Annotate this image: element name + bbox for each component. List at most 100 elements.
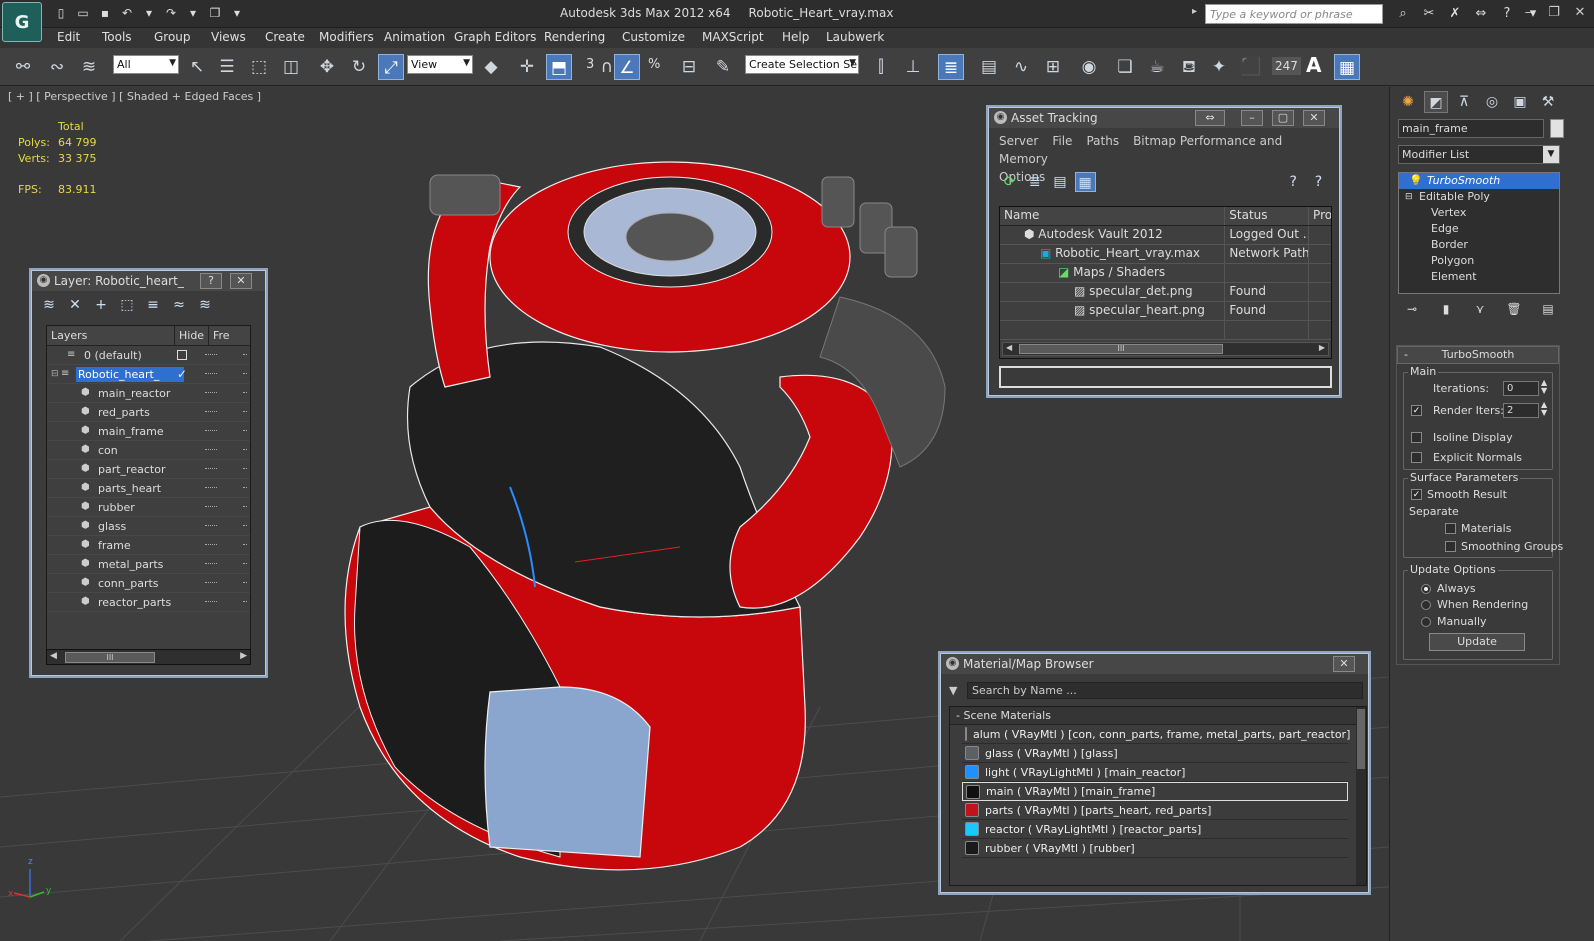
select-object-icon[interactable]: ↖ xyxy=(184,54,210,80)
render-iters-spinner[interactable]: 2 xyxy=(1503,403,1539,418)
layer-horizontal-scrollbar[interactable]: ◀ III ▶ xyxy=(46,649,251,665)
create-layer-icon[interactable]: ≋ xyxy=(38,295,60,315)
asset-menu-paths[interactable]: Paths xyxy=(1086,134,1119,148)
polycount-badge[interactable]: 247 xyxy=(1272,57,1301,75)
search-input[interactable]: Type a keyword or phrase xyxy=(1205,4,1383,24)
utilities-tab-icon[interactable]: ⚒ xyxy=(1536,91,1560,113)
filter-dropdown-icon[interactable]: ▼ xyxy=(949,684,957,697)
minimize-icon[interactable]: – xyxy=(1241,110,1263,126)
list-item[interactable]: rubber ( VRayMtl ) [rubber] xyxy=(962,839,1348,858)
help-icon[interactable]: ? xyxy=(1497,5,1517,23)
stack-item-polygon[interactable]: Polygon xyxy=(1399,253,1559,269)
make-unique-icon[interactable]: ⋎ xyxy=(1470,300,1490,318)
maximize-icon[interactable]: ▢ xyxy=(1272,110,1294,126)
pivot-center-icon[interactable]: ◆ xyxy=(478,54,504,80)
rollout-header[interactable]: - TurboSmooth xyxy=(1397,346,1559,364)
object-color-swatch[interactable] xyxy=(1550,119,1564,138)
table-row[interactable]: ▨ specular_det.png Found xyxy=(1000,283,1331,302)
scroll-right-icon[interactable]: ▶ xyxy=(1319,343,1325,352)
keyboard-shortcut-override-icon[interactable]: ⬒ xyxy=(546,54,572,80)
help-icon[interactable]: ? xyxy=(1283,172,1304,192)
thumbnail-view-icon[interactable]: ▤ xyxy=(1049,172,1070,192)
menu-group[interactable]: Group xyxy=(154,30,191,44)
delete-layer-icon[interactable]: ✕ xyxy=(64,295,86,315)
table-view-icon[interactable]: ▦ xyxy=(1074,172,1096,192)
named-selection-dropdown[interactable]: Create Selection Se ▼ xyxy=(745,55,859,74)
name-column-header[interactable]: Name xyxy=(1000,207,1226,225)
spinner-snap-icon[interactable]: ⊟ xyxy=(676,54,702,80)
menu-customize[interactable]: Customize xyxy=(622,30,685,44)
modify-tab-icon[interactable]: ◩ xyxy=(1424,91,1448,113)
menu-graph-editors[interactable]: Graph Editors xyxy=(454,30,536,44)
select-by-name-icon[interactable]: ☰ xyxy=(214,54,240,80)
script-icon[interactable]: ▦ xyxy=(1334,54,1360,80)
highlight-layer-icon[interactable]: ≡ xyxy=(142,295,164,315)
pin-stack-icon[interactable]: ⊸ xyxy=(1402,300,1422,318)
box-object-icon[interactable]: ⬛ xyxy=(1238,54,1264,80)
freeze-all-layers-icon[interactable]: ≋ xyxy=(194,295,216,315)
hierarchy-tab-icon[interactable]: ⊼ xyxy=(1452,91,1476,113)
stack-item-vertex[interactable]: Vertex xyxy=(1399,205,1559,221)
menu-rendering[interactable]: Rendering xyxy=(544,30,605,44)
selection-filter-dropdown[interactable]: All ▼ xyxy=(113,55,179,74)
close-icon[interactable]: ✕ xyxy=(230,273,252,289)
asset-menu-file[interactable]: File xyxy=(1052,134,1072,148)
align-icon[interactable]: ⊥ xyxy=(900,54,926,80)
layer-row[interactable]: ⬢ frame xyxy=(47,536,250,555)
pro-column-header[interactable]: Pro xyxy=(1309,207,1331,225)
unlink-icon[interactable]: ∾ xyxy=(44,54,70,80)
window-crossing-icon[interactable]: ◫ xyxy=(278,54,304,80)
materials-checkbox[interactable] xyxy=(1445,523,1456,534)
context-help-icon[interactable]: ? xyxy=(1308,172,1329,192)
exchange-icon[interactable]: ⇔ xyxy=(1471,5,1491,23)
freeze-column-header[interactable]: Fre xyxy=(209,326,239,345)
motion-tab-icon[interactable]: ◎ xyxy=(1480,91,1504,113)
close-icon[interactable]: ✕ xyxy=(1333,656,1355,672)
subscription-icon[interactable]: ✂ xyxy=(1419,5,1439,23)
table-row[interactable]: ▣ Robotic_Heart_vray.max Network Path xyxy=(1000,245,1331,264)
modifier-list-dropdown[interactable]: Modifier List ▼ xyxy=(1398,145,1560,164)
dock-icon[interactable]: ⇔ xyxy=(1195,110,1225,126)
list-item[interactable]: glass ( VRayMtl ) [glass] xyxy=(962,744,1348,763)
when-rendering-radio[interactable] xyxy=(1421,600,1431,610)
smooth-result-checkbox[interactable]: ✓ xyxy=(1411,489,1422,500)
layer-row[interactable]: ⬢ red_parts xyxy=(47,403,250,422)
layer-row[interactable]: ⬢ main_frame xyxy=(47,422,250,441)
scroll-left-icon[interactable]: ◀ xyxy=(1006,343,1012,352)
close-icon[interactable]: ✕ xyxy=(1303,110,1325,126)
menu-tools[interactable]: Tools xyxy=(102,30,132,44)
move-icon[interactable]: ✥ xyxy=(314,54,340,80)
material-vertical-scrollbar[interactable] xyxy=(1356,707,1366,885)
search-expand-icon[interactable]: ▸ xyxy=(1192,6,1197,17)
scene-materials-group[interactable]: - Scene Materials xyxy=(950,707,1366,725)
stack-item-element[interactable]: Element xyxy=(1399,269,1559,285)
layer-row[interactable]: ⬢ metal_parts xyxy=(47,555,250,574)
layer-row[interactable]: ⬢ con xyxy=(47,441,250,460)
menu-maxscript[interactable]: MAXScript xyxy=(702,30,764,44)
scroll-right-icon[interactable]: ▶ xyxy=(240,651,247,661)
table-row[interactable]: ◪ Maps / Shaders xyxy=(1000,264,1331,283)
select-manipulate-icon[interactable]: ✛ xyxy=(514,54,540,80)
close-icon[interactable]: ✕ xyxy=(1572,5,1588,21)
undo-icon[interactable]: ↶ xyxy=(118,5,136,21)
redo-icon[interactable]: ↷ xyxy=(162,5,180,21)
redo-dropdown-icon[interactable]: ▾ xyxy=(184,5,202,21)
list-item[interactable]: light ( VRayLightMtl ) [main_reactor] xyxy=(962,763,1348,782)
manually-radio[interactable] xyxy=(1421,617,1431,627)
stack-item-turbosmooth[interactable]: 💡 TurboSmooth xyxy=(1399,173,1559,189)
open-file-icon[interactable]: ▭ xyxy=(74,5,92,21)
bind-spacewarp-icon[interactable]: ≋ xyxy=(76,54,102,80)
menu-modifiers[interactable]: Modifiers xyxy=(319,30,374,44)
list-item[interactable]: reactor ( VRayLightMtl ) [reactor_parts] xyxy=(962,820,1348,839)
menu-laubwerk[interactable]: Laubwerk xyxy=(826,30,884,44)
material-editor-icon[interactable]: ◉ xyxy=(1076,54,1102,80)
menu-views[interactable]: Views xyxy=(211,30,246,44)
stack-item-editable-poly[interactable]: ⊟ Editable Poly xyxy=(1399,189,1559,205)
hide-all-layers-icon[interactable]: ≈ xyxy=(168,295,190,315)
display-tab-icon[interactable]: ▣ xyxy=(1508,91,1532,113)
edit-named-selection-icon[interactable]: ✎ xyxy=(710,54,736,80)
render-production-icon[interactable]: ⛾ xyxy=(1176,54,1202,80)
table-row[interactable] xyxy=(1000,321,1331,340)
list-view-icon[interactable]: ≣ xyxy=(1024,172,1045,192)
text-tool-button[interactable]: A xyxy=(1306,53,1321,77)
